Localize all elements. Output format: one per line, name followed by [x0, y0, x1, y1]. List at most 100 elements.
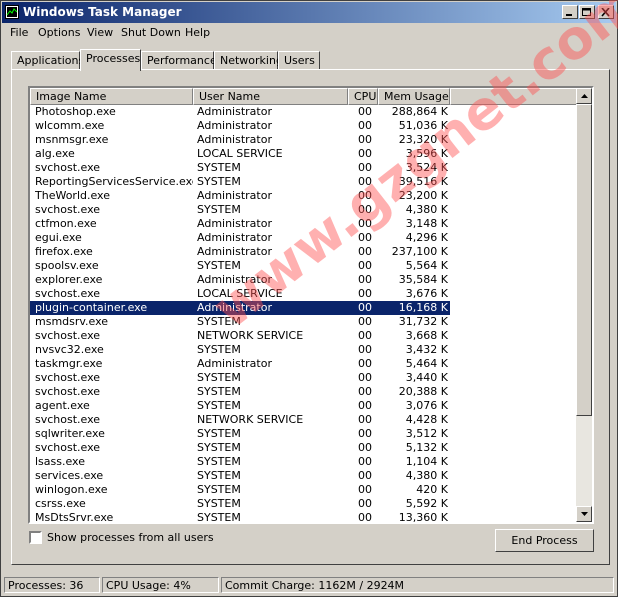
arrow-down-icon: [581, 512, 588, 516]
process-cpu: 00: [358, 329, 372, 342]
process-image-name: svchost.exe: [35, 161, 101, 174]
table-row[interactable]: agent.exe SYSTEM 00 3,076 K: [30, 399, 450, 413]
process-mem-usage: 237,100 K: [391, 245, 448, 258]
process-user-name: Administrator: [197, 273, 272, 286]
table-row[interactable]: sqlwriter.exe SYSTEM 00 3,512 K: [30, 427, 450, 441]
process-cpu: 00: [358, 189, 372, 202]
process-cpu: 00: [358, 455, 372, 468]
menu-file[interactable]: File: [10, 26, 28, 39]
process-cpu: 00: [358, 119, 372, 132]
table-row[interactable]: svchost.exe SYSTEM 00 4,380 K: [30, 203, 450, 217]
table-row[interactable]: msmdsrv.exe SYSTEM 00 31,732 K: [30, 315, 450, 329]
process-cpu: 00: [358, 301, 372, 314]
process-image-name: svchost.exe: [35, 371, 101, 384]
title-bar[interactable]: Windows Task Manager: [2, 2, 616, 23]
table-row[interactable]: csrss.exe SYSTEM 00 5,592 K: [30, 497, 450, 511]
process-cpu: 00: [358, 273, 372, 286]
process-image-name: svchost.exe: [35, 203, 101, 216]
table-row[interactable]: spoolsv.exe SYSTEM 00 5,564 K: [30, 259, 450, 273]
table-row[interactable]: ctfmon.exe Administrator 00 3,148 K: [30, 217, 450, 231]
tab-users[interactable]: Users: [278, 51, 320, 69]
window-title: Windows Task Manager: [23, 5, 182, 19]
process-image-name: svchost.exe: [35, 385, 101, 398]
tab-performance[interactable]: Performance: [141, 51, 217, 69]
menu-options[interactable]: Options: [38, 26, 80, 39]
table-row[interactable]: alg.exe LOCAL SERVICE 00 3,596 K: [30, 147, 450, 161]
process-mem-usage: 4,380 K: [405, 203, 448, 216]
process-cpu: 00: [358, 259, 372, 272]
minimize-button[interactable]: [562, 5, 578, 19]
close-button[interactable]: [598, 5, 614, 19]
process-mem-usage: 4,296 K: [405, 231, 448, 244]
table-row[interactable]: explorer.exe Administrator 00 35,584 K: [30, 273, 450, 287]
table-row[interactable]: wlcomm.exe Administrator 00 51,036 K: [30, 119, 450, 133]
show-all-users-label[interactable]: Show processes from all users: [47, 531, 214, 544]
process-mem-usage: 3,596 K: [405, 147, 448, 160]
tab-networking[interactable]: Networking: [214, 51, 283, 69]
menu-bar: File Options View Shut Down Help: [2, 24, 616, 42]
table-row[interactable]: ReportingServicesService.exe SYSTEM 00 39,5…: [30, 175, 450, 189]
scroll-thumb[interactable]: [576, 104, 592, 416]
table-row[interactable]: svchost.exe SYSTEM 00 5,132 K: [30, 441, 450, 455]
process-image-name: ctfmon.exe: [35, 217, 97, 230]
tab-processes[interactable]: Processes: [80, 49, 141, 71]
table-row[interactable]: svchost.exe SYSTEM 00 3,524 K: [30, 161, 450, 175]
table-row[interactable]: svchost.exe NETWORK SERVICE 00 4,428 K: [30, 413, 450, 427]
status-processes: Processes: 36: [4, 577, 100, 593]
table-row[interactable]: svchost.exe LOCAL SERVICE 00 3,676 K: [30, 287, 450, 301]
process-user-name: SYSTEM: [197, 511, 241, 524]
process-image-name: taskmgr.exe: [35, 357, 103, 370]
menu-help[interactable]: Help: [185, 26, 210, 39]
table-row[interactable]: msnmsgr.exe Administrator 00 23,320 K: [30, 133, 450, 147]
table-row[interactable]: firefox.exe Administrator 00 237,100 K: [30, 245, 450, 259]
table-row[interactable]: svchost.exe SYSTEM 00 20,388 K: [30, 385, 450, 399]
process-user-name: SYSTEM: [197, 371, 241, 384]
table-row[interactable]: Photoshop.exe Administrator 00 288,864 K: [30, 105, 450, 119]
scroll-up-button[interactable]: [576, 88, 592, 104]
process-user-name: Administrator: [197, 301, 272, 314]
column-cpu[interactable]: CPU: [348, 88, 378, 105]
column-image-name[interactable]: Image Name: [30, 88, 193, 105]
process-cpu: 00: [358, 511, 372, 524]
process-image-name: lsass.exe: [35, 455, 85, 468]
table-row[interactable]: TheWorld.exe Administrator 00 23,200 K: [30, 189, 450, 203]
process-mem-usage: 23,320 K: [398, 133, 448, 146]
process-image-name: svchost.exe: [35, 329, 101, 342]
process-cpu: 00: [358, 203, 372, 216]
table-row[interactable]: svchost.exe NETWORK SERVICE 00 3,668 K: [30, 329, 450, 343]
menu-shut-down[interactable]: Shut Down: [121, 26, 181, 39]
tab-applications[interactable]: Applications: [11, 51, 84, 69]
process-list[interactable]: Image Name User Name CPU Mem Usage Photo…: [28, 86, 594, 524]
show-all-users-checkbox[interactable]: [29, 531, 42, 544]
process-user-name: SYSTEM: [197, 441, 241, 454]
table-row[interactable]: nvsvc32.exe SYSTEM 00 3,432 K: [30, 343, 450, 357]
table-row[interactable]: plugin-container.exe Administrator 00 16,16…: [30, 301, 450, 315]
process-image-name: firefox.exe: [35, 245, 93, 258]
process-cpu: 00: [358, 385, 372, 398]
table-row[interactable]: MsDtsSrvr.exe SYSTEM 00 13,360 K: [30, 511, 450, 524]
table-row[interactable]: egui.exe Administrator 00 4,296 K: [30, 231, 450, 245]
task-manager-icon: [5, 5, 19, 19]
process-image-name: msmdsrv.exe: [35, 315, 109, 328]
process-image-name: svchost.exe: [35, 441, 101, 454]
end-process-button[interactable]: End Process: [495, 529, 594, 552]
table-row[interactable]: services.exe SYSTEM 00 4,380 K: [30, 469, 450, 483]
table-row[interactable]: winlogon.exe SYSTEM 00 420 K: [30, 483, 450, 497]
scroll-down-button[interactable]: [576, 506, 592, 522]
menu-view[interactable]: View: [87, 26, 113, 39]
table-row[interactable]: svchost.exe SYSTEM 00 3,440 K: [30, 371, 450, 385]
process-mem-usage: 13,360 K: [398, 511, 448, 524]
process-user-name: SYSTEM: [197, 385, 241, 398]
process-user-name: SYSTEM: [197, 315, 241, 328]
column-user-name[interactable]: User Name: [193, 88, 348, 105]
column-mem-usage[interactable]: Mem Usage: [378, 88, 450, 105]
process-image-name: svchost.exe: [35, 287, 101, 300]
vertical-scrollbar[interactable]: [576, 88, 592, 522]
process-user-name: SYSTEM: [197, 455, 241, 468]
column-filler: [450, 88, 576, 105]
table-row[interactable]: taskmgr.exe Administrator 00 5,464 K: [30, 357, 450, 371]
maximize-button[interactable]: [579, 5, 595, 19]
table-row[interactable]: lsass.exe SYSTEM 00 1,104 K: [30, 455, 450, 469]
process-user-name: Administrator: [197, 119, 272, 132]
process-mem-usage: 5,564 K: [405, 259, 448, 272]
